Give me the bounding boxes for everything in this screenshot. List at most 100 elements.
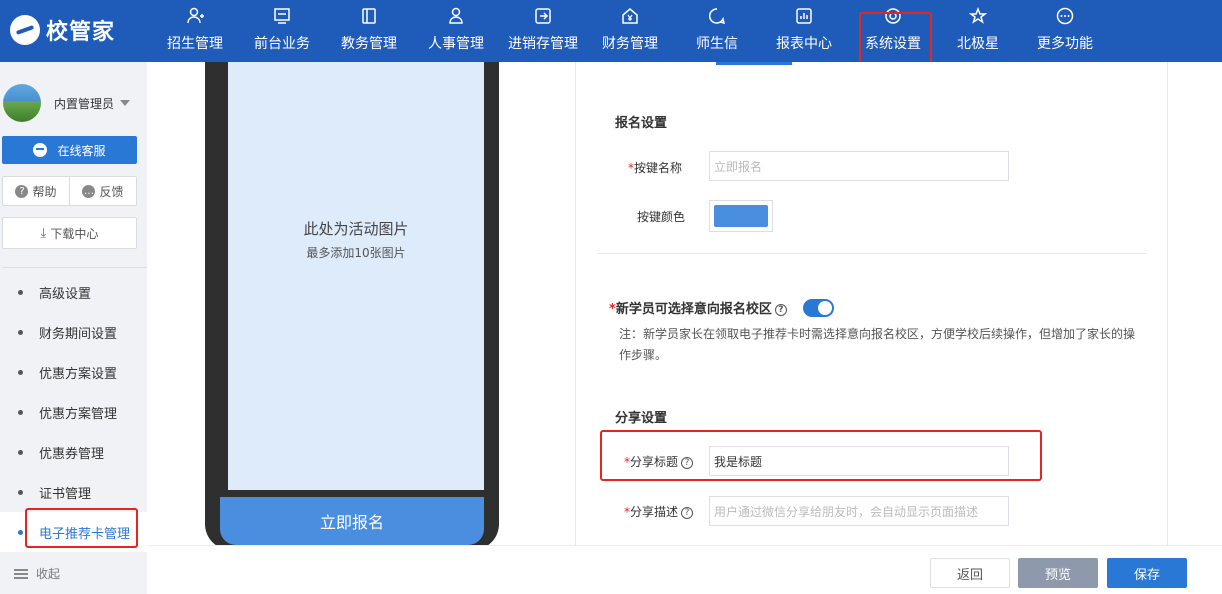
top-nav-bar: 校管家 招生管理 前台业务 教务管理 人事管理 进销存管理 财务管理 师生信 报… (0, 0, 1222, 65)
sidebar-item-label: 证书管理 (39, 486, 92, 502)
active-tab-indicator (716, 62, 792, 65)
nav-label: 报表中心 (776, 36, 832, 52)
nav-label: 教务管理 (341, 36, 397, 52)
nav-item-academic[interactable]: 教务管理 (338, 0, 400, 62)
sidebar-item-label: 优惠方案设置 (39, 366, 118, 382)
question-icon: ? (15, 184, 29, 198)
download-label: 下载中心 (50, 226, 99, 241)
person-icon (447, 7, 465, 25)
nav-item-hr[interactable]: 人事管理 (425, 0, 487, 62)
nav-item-polaris[interactable]: 北极星 (954, 0, 1002, 62)
star-icon (969, 7, 987, 25)
campus-option-note: 注：新学员家长在领取电子推荐卡时需选择意向报名校区，方便学校后续操作，但增加了家… (619, 327, 1136, 362)
download-center-button[interactable]: ⤓ 下载中心 (2, 217, 137, 249)
sidebar-item-label: 优惠方案管理 (39, 406, 118, 422)
feedback-button[interactable]: … 反馈 (69, 177, 136, 205)
nav-label: 更多功能 (1037, 36, 1093, 52)
sidebar-item-label: 财务期间设置 (39, 326, 118, 342)
activity-picture-title: 此处为活动图片 (303, 220, 409, 238)
nav-item-admissions[interactable]: 招生管理 (164, 0, 226, 62)
help-feedback-row: ? 帮助 … 反馈 (2, 176, 137, 206)
activity-picture-hint: 最多添加10张图片 (306, 246, 406, 260)
help-label: 帮助 (32, 184, 57, 199)
sidebar: 内置管理员 在线客服 ? 帮助 … 反馈 ⤓ 下载中心 高级设置 财务期间设置 … (0, 62, 147, 594)
bullet-icon (18, 369, 23, 375)
more-dots-icon (1056, 7, 1074, 25)
share-desc-label: *分享描述? (624, 503, 694, 520)
share-title-highlight-box (600, 430, 1042, 481)
nav-label: 进销存管理 (508, 36, 578, 52)
sidebar-item-label: 优惠券管理 (39, 446, 105, 462)
book-icon (360, 7, 378, 25)
bar-chart-icon (795, 7, 813, 25)
section-divider (597, 253, 1147, 254)
nav-item-front-desk[interactable]: 前台业务 (251, 0, 313, 62)
nav-label: 前台业务 (254, 36, 310, 52)
app-logo[interactable]: 校管家 (10, 14, 115, 46)
bullet-icon (18, 289, 23, 295)
online-service-button[interactable]: 在线客服 (2, 136, 137, 164)
signup-section-title: 报名设置 (615, 116, 668, 131)
sidebar-item-coupon-management[interactable]: 优惠券管理 (0, 432, 147, 472)
sidebar-item-advanced-settings[interactable]: 高级设置 (0, 272, 147, 312)
collapse-label: 收起 (36, 567, 61, 581)
help-question-icon[interactable]: ? (774, 304, 787, 316)
color-swatch-fill (714, 205, 768, 227)
back-button[interactable]: 返回 (930, 558, 1010, 588)
nav-highlight-box (859, 12, 932, 65)
logo-mark-icon (10, 15, 40, 45)
sidebar-item-finance-period[interactable]: 财务期间设置 (0, 312, 147, 352)
inventory-icon (534, 7, 552, 25)
nav-item-reports[interactable]: 报表中心 (773, 0, 835, 62)
button-color-picker[interactable] (709, 200, 773, 232)
nav-label: 招生管理 (167, 36, 223, 52)
bullet-icon (18, 329, 23, 335)
nav-item-inventory[interactable]: 进销存管理 (505, 0, 581, 62)
nav-item-messages[interactable]: 师生信 (693, 0, 741, 62)
user-name: 内置管理员 (54, 96, 115, 111)
chat-bubble-icon: … (82, 184, 96, 198)
button-name-label: *按键名称 (628, 161, 683, 175)
menu-highlight-box (25, 508, 138, 548)
sidebar-item-discount-settings[interactable]: 优惠方案设置 (0, 352, 147, 392)
logo-text: 校管家 (46, 20, 116, 45)
chat-icon (33, 143, 48, 157)
preview-button[interactable]: 预览 (1018, 558, 1098, 588)
bullet-icon (18, 449, 23, 455)
share-desc-input[interactable]: 用户通过微信分享给朋友时，会自动显示页面描述 (709, 496, 1009, 526)
nav-label: 师生信 (696, 36, 738, 52)
button-color-label: 按键颜色 (637, 210, 686, 224)
sidebar-item-certificate-management[interactable]: 证书管理 (0, 472, 147, 512)
feedback-label: 反馈 (99, 184, 124, 199)
sidebar-item-label: 高级设置 (39, 286, 92, 302)
button-name-input[interactable]: 立即报名 (709, 151, 1009, 181)
share-section-title: 分享设置 (615, 411, 668, 426)
bullet-icon (18, 409, 23, 415)
chevron-down-icon (120, 100, 131, 106)
activity-picture-area[interactable] (228, 62, 484, 490)
save-button[interactable]: 保存 (1107, 558, 1187, 588)
help-button[interactable]: ? 帮助 (3, 177, 69, 205)
user-menu[interactable]: 内置管理员 (3, 84, 131, 122)
user-plus-icon (186, 7, 204, 25)
menu-collapse-icon (14, 568, 28, 579)
avatar (3, 84, 41, 122)
preview-signup-button: 立即报名 (220, 497, 484, 545)
sidebar-item-discount-management[interactable]: 优惠方案管理 (0, 392, 147, 432)
collapse-sidebar-button[interactable]: 收起 (14, 565, 60, 582)
nav-label: 财务管理 (602, 36, 658, 52)
nav-label: 人事管理 (428, 36, 484, 52)
download-icon: ⤓ (40, 225, 47, 241)
message-circle-icon (708, 7, 726, 25)
campus-option-label: *新学员可选择意向报名校区? (609, 298, 787, 317)
nav-item-more[interactable]: 更多功能 (1034, 0, 1096, 62)
nav-label: 北极星 (957, 36, 999, 52)
sidebar-divider (2, 267, 147, 268)
monitor-icon (273, 7, 291, 25)
help-question-icon[interactable]: ? (681, 507, 694, 519)
bullet-icon (18, 489, 23, 495)
campus-option-toggle[interactable] (803, 299, 834, 317)
bullet-icon (18, 529, 23, 535)
nav-item-finance[interactable]: 财务管理 (599, 0, 661, 62)
yuan-house-icon (621, 7, 639, 25)
